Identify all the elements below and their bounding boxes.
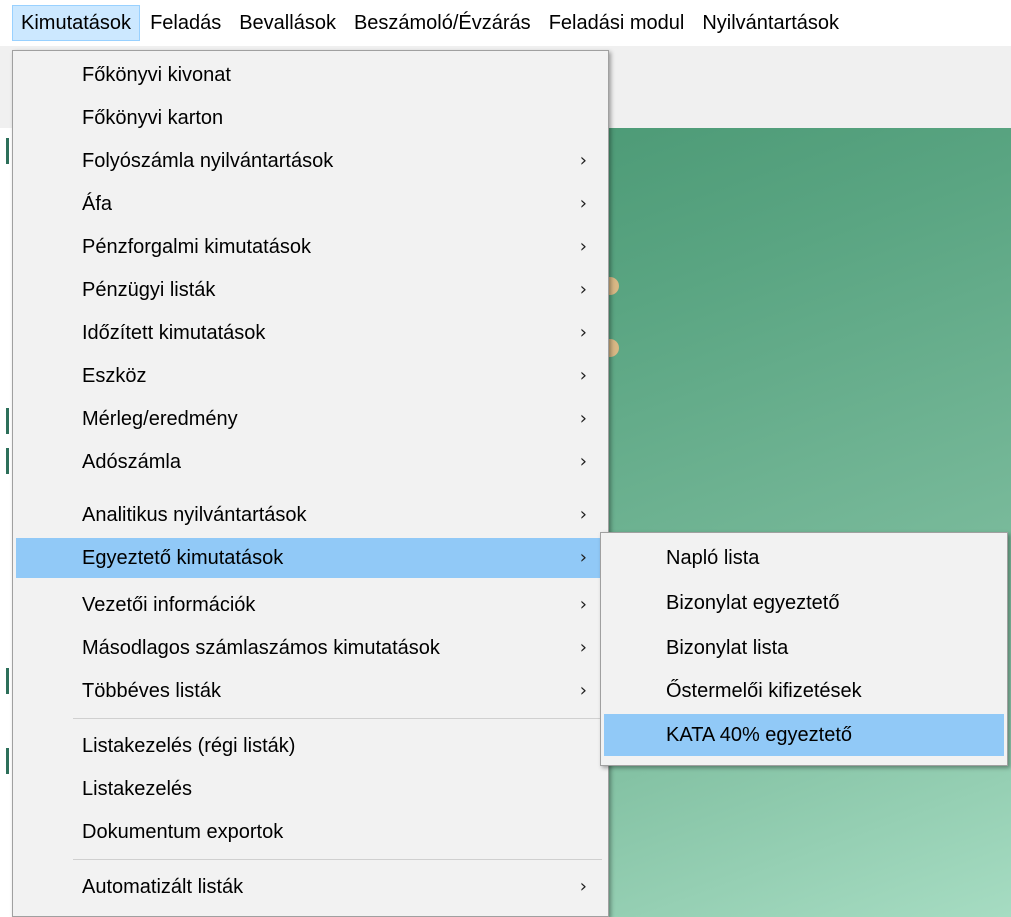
menu-item-listakezeles[interactable]: Listakezelés	[16, 769, 605, 809]
menu-item-label: Bizonylat lista	[666, 637, 789, 659]
menu-item-tobbeves[interactable]: Többéves listák ›	[16, 671, 605, 711]
menu-bar: Kimutatások Feladás Bevallások Beszámoló…	[0, 0, 1011, 46]
menubar-item-feladas[interactable]: Feladás	[142, 5, 229, 41]
menu-item-label: Folyószámla nyilvántartások	[82, 150, 334, 172]
submenu-arrow-icon: ›	[579, 451, 587, 472]
menu-item-adoszamla[interactable]: Adószámla ›	[16, 442, 605, 482]
submenu-arrow-icon: ›	[579, 680, 587, 701]
menu-item-label: Őstermelői kifizetések	[666, 680, 862, 702]
menubar-item-feladasi-modul[interactable]: Feladási modul	[541, 5, 693, 41]
menu-item-label: Dokumentum exportok	[82, 821, 284, 843]
kimutatasok-dropdown-menu: Főkönyvi kivonat Főkönyvi karton Folyósz…	[12, 50, 609, 917]
menu-item-vezetoi[interactable]: Vezetői információk ›	[16, 585, 605, 625]
menu-item-label: Listakezelés	[82, 778, 193, 800]
menu-item-label: Időzített kimutatások	[82, 322, 266, 344]
submenu-arrow-icon: ›	[579, 236, 587, 257]
edge-mark	[6, 448, 9, 474]
menubar-item-nyilvantartasok[interactable]: Nyilvántartások	[694, 5, 847, 41]
menu-item-label: Másodlagos számlaszámos kimutatások	[82, 637, 440, 659]
menu-item-analitikus[interactable]: Analitikus nyilvántartások ›	[16, 495, 605, 535]
edge-mark	[6, 668, 9, 694]
menu-item-label: Főkönyvi kivonat	[82, 64, 231, 86]
menu-item-label: Többéves listák	[82, 680, 221, 702]
submenu-arrow-icon: ›	[579, 876, 587, 897]
menu-item-label: Áfa	[82, 193, 113, 215]
submenu-arrow-icon: ›	[579, 637, 587, 658]
menu-item-fokonyvi-karton[interactable]: Főkönyvi karton	[16, 98, 605, 138]
submenu-arrow-icon: ›	[579, 365, 587, 386]
menu-item-merleg[interactable]: Mérleg/eredmény ›	[16, 399, 605, 439]
submenu-item-bizonylat-lista[interactable]: Bizonylat lista	[604, 628, 1004, 668]
menu-separator	[73, 718, 602, 719]
menu-item-label: Analitikus nyilvántartások	[82, 504, 307, 526]
menu-item-label: Listakezelés (régi listák)	[82, 735, 296, 757]
menu-item-egyezteto[interactable]: Egyeztető kimutatások ›	[16, 538, 605, 578]
edge-mark	[6, 748, 9, 774]
menu-item-penzugyi-listak[interactable]: Pénzügyi listák ›	[16, 270, 605, 310]
menubar-item-kimutatasok[interactable]: Kimutatások	[12, 5, 141, 41]
menu-item-label: Automatizált listák	[82, 876, 244, 898]
submenu-arrow-icon: ›	[579, 150, 587, 171]
menubar-item-beszamolo[interactable]: Beszámoló/Évzárás	[346, 5, 539, 41]
menu-item-afa[interactable]: Áfa ›	[16, 184, 605, 224]
menu-item-label: KATA 40% egyeztető	[666, 724, 853, 746]
menu-item-label: Pénzügyi listák	[82, 279, 216, 301]
menu-item-label: Napló lista	[666, 547, 760, 569]
menu-item-penzforgalmi[interactable]: Pénzforgalmi kimutatások ›	[16, 227, 605, 267]
egyezteto-submenu: Napló lista Bizonylat egyeztető Bizonyla…	[600, 532, 1008, 766]
submenu-item-ostermeloi[interactable]: Őstermelői kifizetések	[604, 671, 1004, 711]
submenu-item-bizonylat-egyezteto[interactable]: Bizonylat egyeztető	[604, 583, 1004, 623]
menu-item-label: Mérleg/eredmény	[82, 408, 238, 430]
menu-item-label: Főkönyvi karton	[82, 107, 224, 129]
menu-item-eszkoz[interactable]: Eszköz ›	[16, 356, 605, 396]
submenu-arrow-icon: ›	[579, 279, 587, 300]
menu-item-label: Pénzforgalmi kimutatások	[82, 236, 311, 258]
menu-item-label: Bizonylat egyeztető	[666, 592, 840, 614]
submenu-arrow-icon: ›	[579, 322, 587, 343]
menu-item-listakezeles-regi[interactable]: Listakezelés (régi listák)	[16, 726, 605, 766]
submenu-arrow-icon: ›	[579, 504, 587, 525]
menu-item-masodlagos[interactable]: Másodlagos számlaszámos kimutatások ›	[16, 628, 605, 668]
menu-item-dokumentum-exportok[interactable]: Dokumentum exportok	[16, 812, 605, 852]
menu-item-fokonyvi-kivonat[interactable]: Főkönyvi kivonat	[16, 55, 605, 95]
menu-item-idozitett[interactable]: Időzített kimutatások ›	[16, 313, 605, 353]
left-edge-strip	[0, 128, 12, 917]
menu-item-label: Egyeztető kimutatások	[82, 547, 284, 569]
menu-item-label: Vezetői információk	[82, 594, 256, 616]
edge-mark	[6, 408, 9, 434]
submenu-arrow-icon: ›	[579, 547, 587, 568]
menu-item-folyoszamla[interactable]: Folyószámla nyilvántartások ›	[16, 141, 605, 181]
menu-item-automatizalt[interactable]: Automatizált listák ›	[16, 867, 605, 907]
menu-item-label: Adószámla	[82, 451, 181, 473]
edge-mark	[6, 138, 9, 164]
submenu-item-kata-egyezteto[interactable]: KATA 40% egyeztető	[604, 714, 1004, 756]
menubar-item-bevallasok[interactable]: Bevallások	[231, 5, 344, 41]
submenu-arrow-icon: ›	[579, 193, 587, 214]
menu-separator	[73, 859, 602, 860]
menu-item-label: Eszköz	[82, 365, 147, 387]
submenu-arrow-icon: ›	[579, 408, 587, 429]
submenu-arrow-icon: ›	[579, 594, 587, 615]
submenu-item-naplo-lista[interactable]: Napló lista	[604, 538, 1004, 578]
